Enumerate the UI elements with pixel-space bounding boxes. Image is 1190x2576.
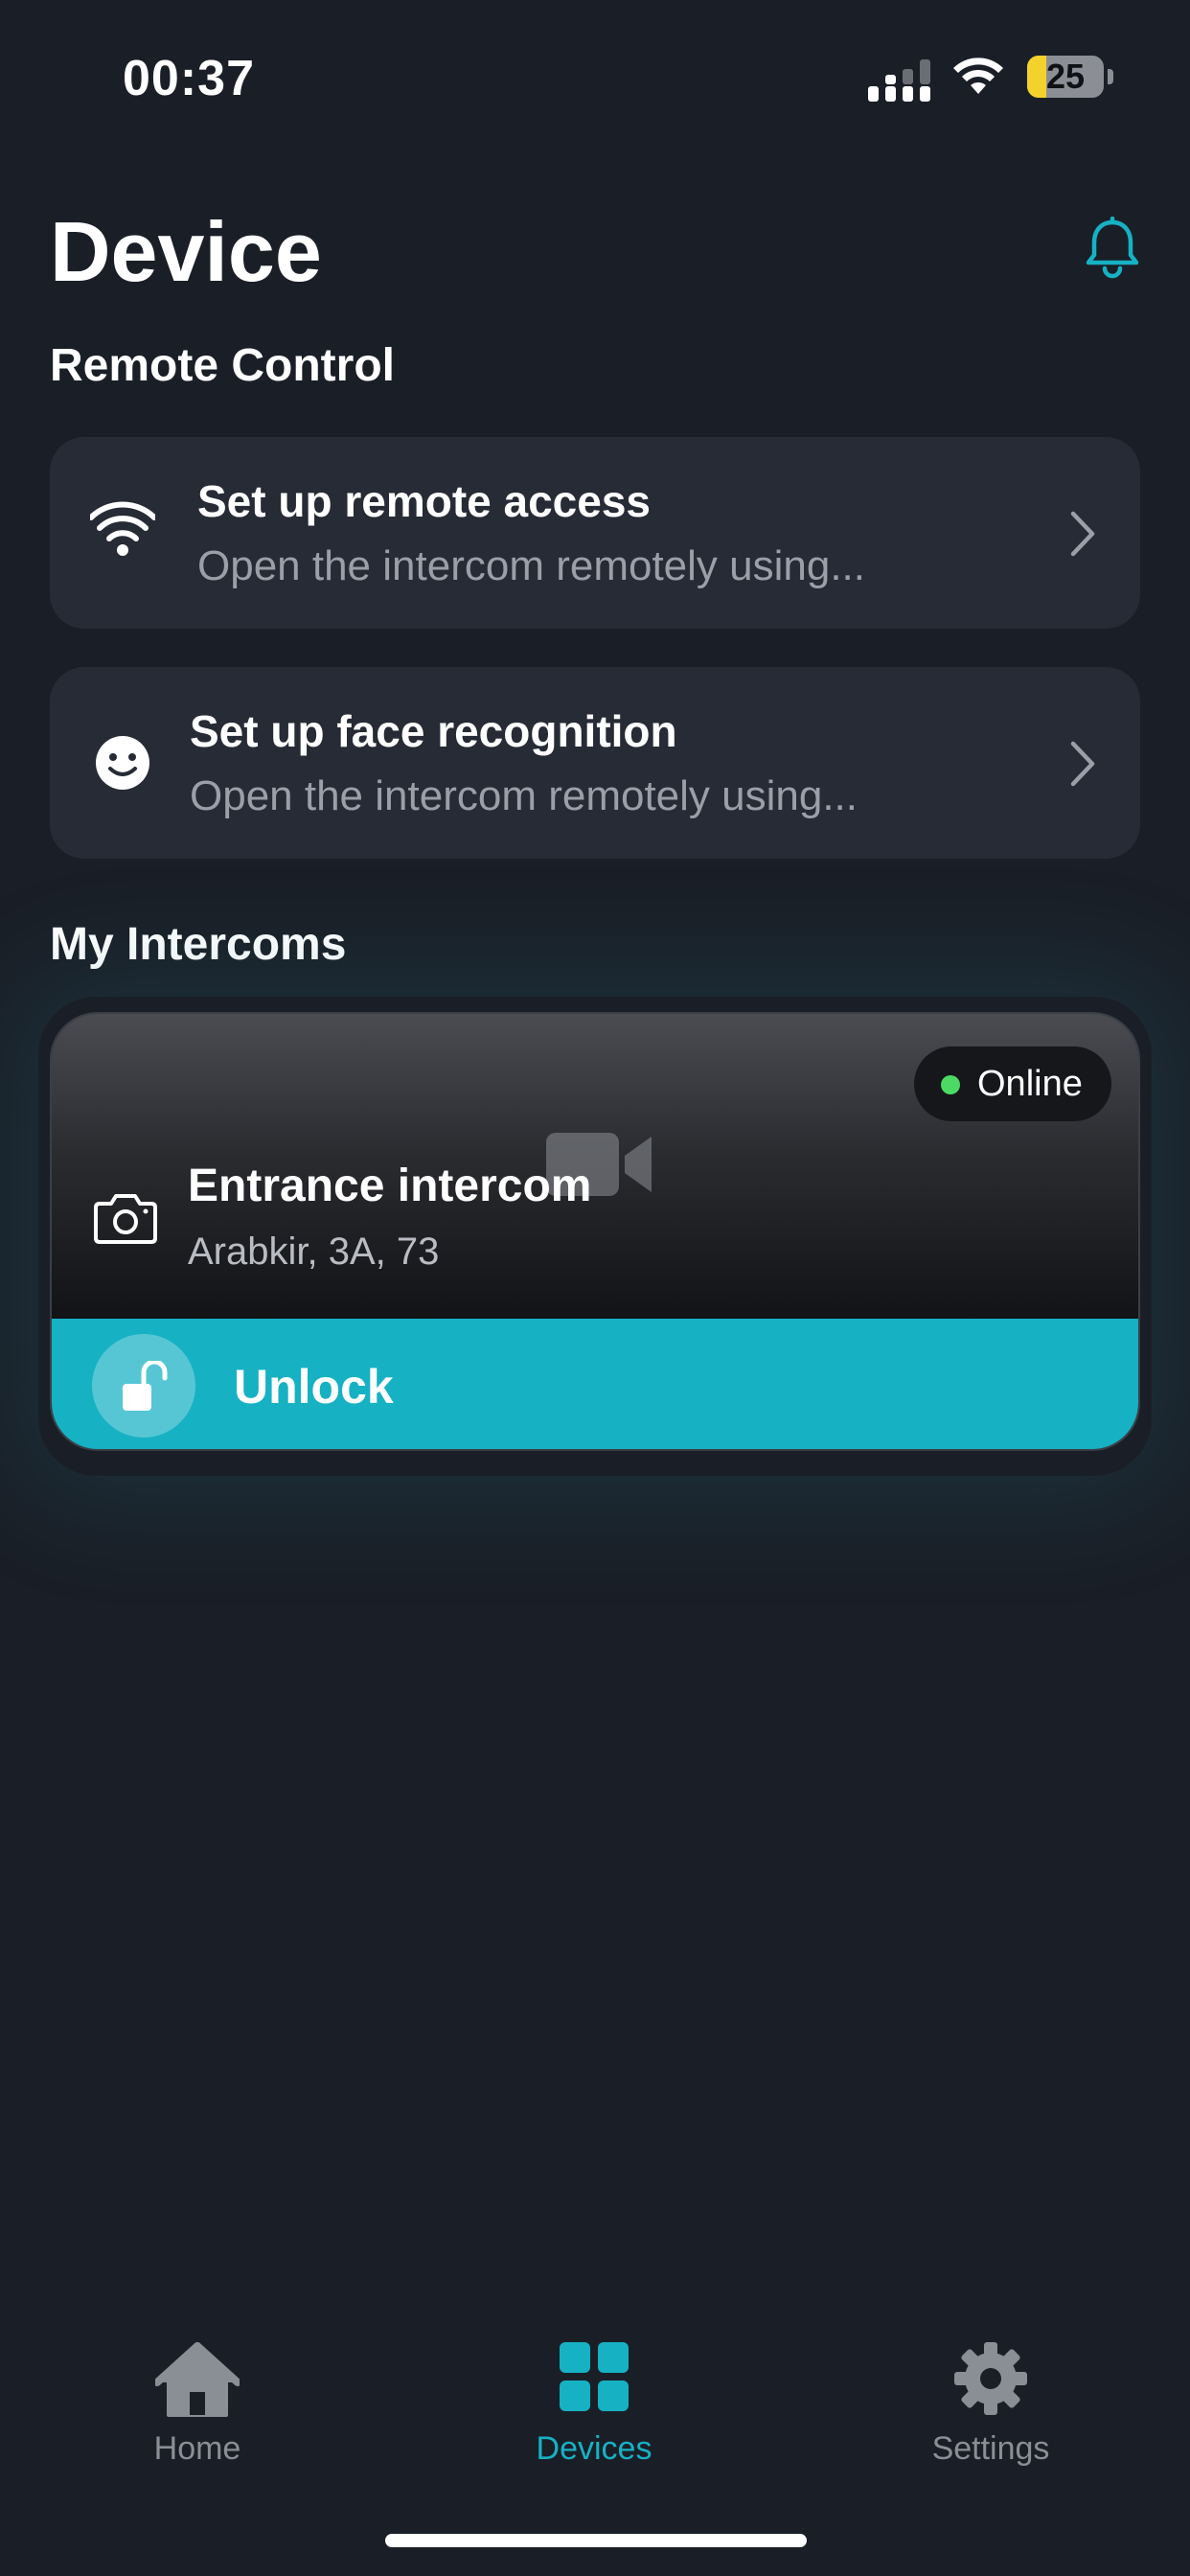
unlock-icon-circle xyxy=(92,1334,195,1438)
status-time: 00:37 xyxy=(123,51,255,106)
face-recognition-title: Set up face recognition xyxy=(190,706,677,756)
remote-control-section-title: Remote Control xyxy=(50,340,395,391)
unlock-button[interactable]: Unlock xyxy=(52,1319,1138,1449)
intercom-address: Arabkir, 3A, 73 xyxy=(188,1230,440,1273)
my-intercoms-section-title: My Intercoms xyxy=(50,919,347,970)
chevron-right-icon xyxy=(1070,511,1095,557)
status-badge: Online xyxy=(914,1046,1111,1121)
tab-devices-label: Devices xyxy=(536,2430,652,2467)
intercom-name: Entrance intercom xyxy=(188,1161,592,1211)
tab-home-label: Home xyxy=(153,2430,241,2467)
unlock-label: Unlock xyxy=(234,1360,394,1414)
remote-access-title: Set up remote access xyxy=(197,476,652,526)
intercom-card[interactable]: Online Entrance intercom Arabkir, 3A, 73… xyxy=(50,1012,1140,1451)
tab-settings-label: Settings xyxy=(931,2430,1050,2467)
face-recognition-subtitle: Open the intercom remotely using... xyxy=(190,772,858,819)
home-indicator[interactable] xyxy=(385,2534,807,2547)
status-bar: 00:37 25 xyxy=(0,0,1190,153)
tab-settings[interactable]: Settings xyxy=(895,2334,1087,2469)
camera-preview[interactable]: Online Entrance intercom Arabkir, 3A, 73 xyxy=(52,1014,1138,1319)
remote-access-card[interactable]: Set up remote access Open the intercom r… xyxy=(50,437,1140,629)
grid-icon xyxy=(560,2342,629,2411)
status-label: Online xyxy=(977,1064,1083,1104)
house-icon xyxy=(155,2342,240,2417)
tab-home[interactable]: Home xyxy=(102,2334,293,2469)
tab-devices[interactable]: Devices xyxy=(498,2334,690,2469)
bell-icon[interactable] xyxy=(1083,217,1142,280)
wifi-icon xyxy=(90,501,155,556)
remote-access-subtitle: Open the intercom remotely using... xyxy=(197,542,865,589)
online-status-dot xyxy=(941,1075,960,1094)
face-recognition-card[interactable]: Set up face recognition Open the interco… xyxy=(50,667,1140,859)
page-title: Device xyxy=(50,204,322,299)
wifi-status-icon xyxy=(953,58,1003,94)
battery-indicator: 25 xyxy=(1027,56,1104,98)
battery-level: 25 xyxy=(1045,57,1086,96)
unlocked-padlock-icon xyxy=(123,1361,168,1411)
gear-icon xyxy=(954,2342,1027,2415)
camera-icon xyxy=(94,1194,157,1244)
cellular-signal-icon xyxy=(868,59,930,102)
battery-tip xyxy=(1108,69,1113,84)
chevron-right-icon xyxy=(1070,741,1095,787)
smiley-face-icon xyxy=(96,736,149,790)
